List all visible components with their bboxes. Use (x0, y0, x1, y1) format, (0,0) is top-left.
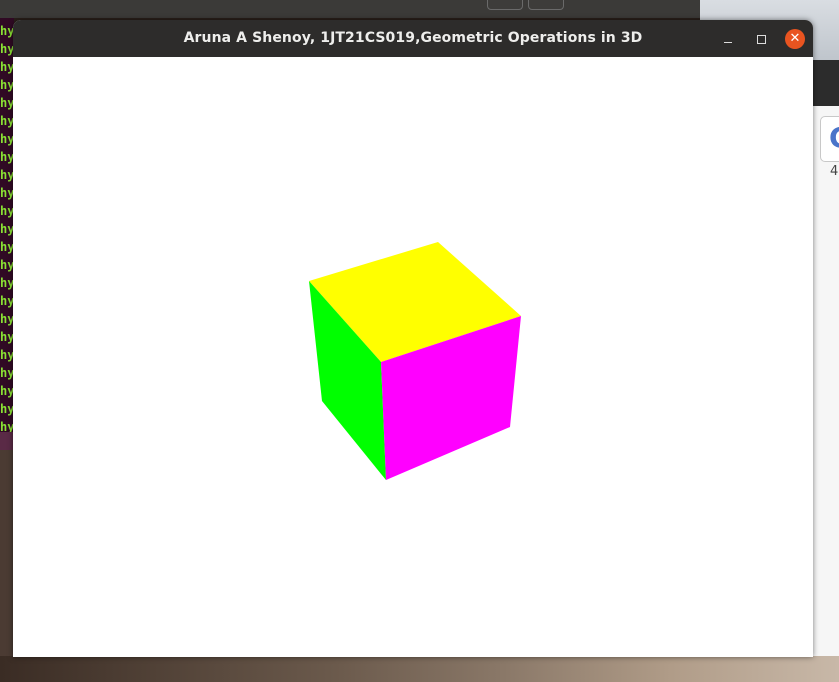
terminal-line: hy (0, 114, 14, 128)
terminal-line: hy (0, 276, 14, 290)
terminal-line: hy (0, 258, 14, 272)
terminal-line: hy (0, 348, 14, 362)
minimize-button[interactable] (718, 29, 738, 49)
title-bar[interactable]: Aruna A Shenoy, 1JT21CS019,Geometric Ope… (13, 20, 813, 57)
terminal-line: hy (0, 240, 14, 254)
window-title: Aruna A Shenoy, 1JT21CS019,Geometric Ope… (183, 30, 643, 46)
background-app-number: 4 (830, 164, 839, 179)
terminal-line: hy (0, 366, 14, 380)
cube-drawing (309, 242, 521, 480)
close-icon: ✕ (789, 31, 801, 46)
background-window-button (487, 0, 523, 10)
background-terminal-edge (0, 432, 14, 450)
terminal-line: hy (0, 132, 14, 146)
terminal-line: hy (0, 168, 14, 182)
background-app-card-letter: G (829, 121, 839, 154)
background-terminal: hy hy hy hy hy hy hy hy hy hy hy hy hy hy hy hy hy hy hy hy… (0, 18, 14, 450)
background-window-right-header (812, 60, 839, 106)
terminal-line: hy (0, 294, 14, 308)
terminal-line: hy (0, 96, 14, 110)
desktop-wallpaper-bottom (0, 656, 839, 682)
background-window-button (528, 0, 564, 10)
opengl-window: Aruna A Shenoy, 1JT21CS019,Geometric Ope… (13, 20, 813, 657)
terminal-line: hy (0, 222, 14, 236)
close-button[interactable]: ✕ (785, 29, 805, 49)
terminal-line: hy (0, 204, 14, 218)
maximize-button[interactable] (751, 29, 771, 49)
background-window-right-panel (812, 106, 839, 661)
terminal-line: hy (0, 312, 14, 326)
terminal-line: hy (0, 24, 14, 38)
terminal-line: hy (0, 78, 14, 92)
terminal-line: hy (0, 60, 14, 74)
terminal-lines: hy hy hy hy hy hy hy hy hy hy hy hy hy hy hy hy hy hy hy hy… (0, 22, 14, 436)
terminal-line: hy (0, 150, 14, 164)
desktop-wallpaper (0, 450, 14, 656)
terminal-line: hy (0, 384, 14, 398)
terminal-line: hy (0, 186, 14, 200)
minimize-icon (724, 41, 732, 43)
terminal-line: hy (0, 330, 14, 344)
render-canvas[interactable] (13, 57, 813, 657)
terminal-line: hy (0, 402, 14, 416)
background-window-top-bar (0, 0, 700, 18)
terminal-line: hy (0, 42, 14, 56)
maximize-icon (756, 34, 766, 44)
